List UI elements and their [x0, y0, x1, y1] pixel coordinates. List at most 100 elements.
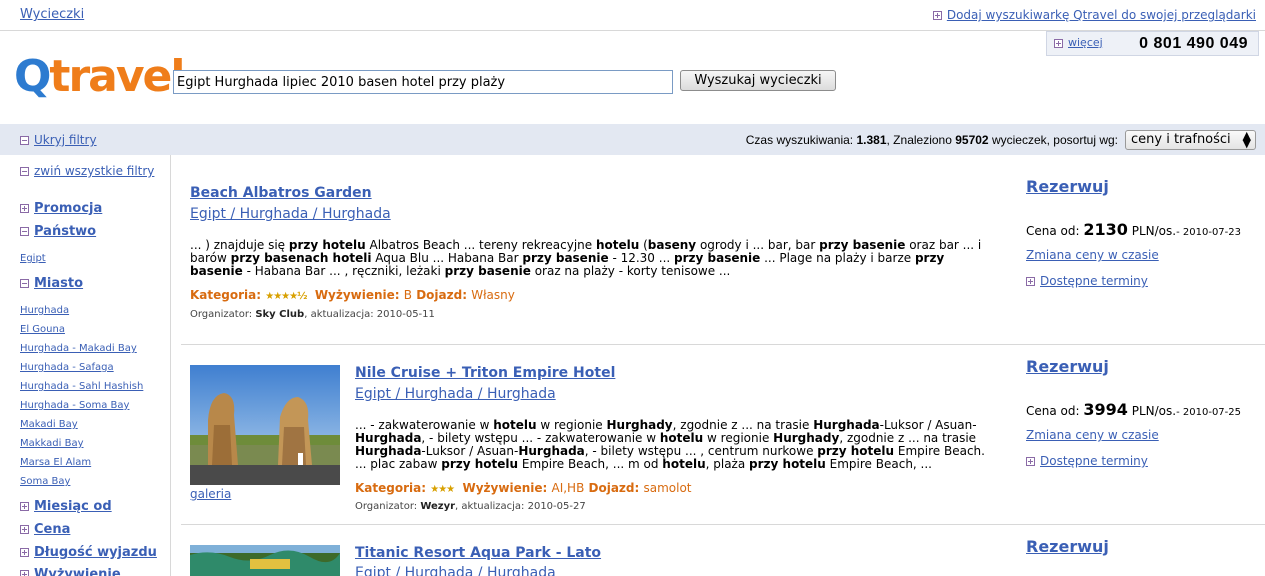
filter-miasto[interactable]: Miasto — [20, 276, 83, 291]
snippet-text: Empire Beach, ... m od — [518, 457, 663, 471]
collapse-all-filters[interactable]: zwiń wszystkie filtry — [20, 164, 154, 178]
add-search-provider[interactable]: Dodaj wyszukiwarkę Qtravel do swojej prz… — [932, 8, 1256, 22]
filter-wyzywienie[interactable]: Wyżywienie — [20, 567, 121, 576]
snippet-text: ( — [639, 238, 648, 252]
filter-miasto-item[interactable]: Hurghada - Sahl Hashish — [20, 381, 143, 392]
filter-panstwo[interactable]: Państwo — [20, 224, 96, 239]
snippet-text: , - bilety wstępu ... , centrum nurkowe — [584, 444, 818, 458]
filter-wyzywienie-link[interactable]: Wyżywienie — [34, 567, 121, 576]
filter-dlugosc[interactable]: Długość wyjazdu — [20, 545, 157, 560]
plus-icon — [20, 525, 29, 534]
filter-cena[interactable]: Cena — [20, 522, 70, 537]
hide-filters-link[interactable]: Ukryj filtry — [34, 133, 97, 147]
dojazd-value: Własny — [471, 288, 515, 302]
wyzywienie-label: Wyżywienie: — [462, 481, 548, 495]
minus-icon — [20, 279, 29, 288]
price-value: 3994 — [1083, 400, 1128, 419]
search-input[interactable] — [173, 70, 673, 94]
price-value: 2130 — [1083, 220, 1128, 239]
minus-icon — [20, 227, 29, 236]
result-title[interactable]: Nile Cruise + Triton Empire Hotel — [355, 365, 615, 381]
filter-miasto-item[interactable]: El Gouna — [20, 324, 65, 335]
aquapark-photo — [190, 545, 340, 576]
home-link[interactable]: Wycieczki — [20, 7, 84, 22]
price-label: Cena od: — [1026, 224, 1080, 238]
filter-miasto-item[interactable]: Soma Bay — [20, 476, 70, 487]
price-changes-link[interactable]: Zmiana ceny w czasie — [1026, 428, 1159, 442]
available-dates[interactable]: Dostępne terminy — [1026, 454, 1148, 468]
filter-miasto-item[interactable]: Makkadi Bay — [20, 438, 84, 449]
result-photo[interactable] — [190, 545, 340, 576]
collapse-all-link[interactable]: zwiń wszystkie filtry — [34, 164, 154, 178]
snippet-highlight: Hurghada — [355, 431, 422, 445]
filter-dlugosc-link[interactable]: Długość wyjazdu — [34, 545, 157, 560]
book-button[interactable]: Rezerwuj — [1026, 177, 1109, 196]
filter-panstwo-link[interactable]: Państwo — [34, 224, 96, 239]
filter-promocja[interactable]: Promocja — [20, 201, 102, 216]
snippet-highlight: przy basenie — [444, 264, 531, 278]
available-dates-link[interactable]: Dostępne terminy — [1040, 274, 1148, 288]
filter-panstwo-item[interactable]: Egipt — [20, 253, 46, 264]
sidebar-filters: zwiń wszystkie filtry Promocja Państwo E… — [0, 155, 171, 576]
found-label: , Znaleziono — [886, 133, 952, 147]
snippet-text: - 12.30 ... — [608, 251, 675, 265]
snippet-highlight: przy hotelu — [288, 238, 366, 252]
add-search-link[interactable]: Dodaj wyszukiwarkę Qtravel do swojej prz… — [947, 8, 1256, 22]
snippet-highlight: Hurghady — [773, 431, 840, 445]
result-location[interactable]: Egipt / Hurghada / Hurghada — [355, 565, 556, 576]
filter-miesiac-link[interactable]: Miesiąc od — [34, 499, 112, 514]
minus-icon — [20, 167, 29, 176]
snippet-highlight: przy basenach hoteli — [230, 251, 372, 265]
price-label: Cena od: — [1026, 404, 1080, 418]
result-photo[interactable] — [190, 365, 340, 485]
snippet-text: , - bilety wstępu ... - zakwaterowanie w — [421, 431, 660, 445]
found-suffix: wycieczek, posortuj wg: — [991, 133, 1118, 147]
result-snippet: ... - zakwaterowanie w hotelu w regionie… — [355, 419, 995, 471]
available-dates[interactable]: Dostępne terminy — [1026, 274, 1148, 288]
search-stats: Czas wyszukiwania: 1.381, Znaleziono 957… — [746, 133, 1118, 147]
found-value: 95702 — [955, 133, 989, 147]
filter-miasto-item[interactable]: Hurghada - Safaga — [20, 362, 114, 373]
more-link-wrap[interactable]: więcej — [1054, 36, 1103, 49]
divider — [181, 344, 1265, 345]
phone-number: 0 801 490 049 — [1139, 35, 1248, 52]
price-changes-link[interactable]: Zmiana ceny w czasie — [1026, 248, 1159, 262]
filter-miasto-link[interactable]: Miasto — [34, 276, 83, 291]
filter-cena-link[interactable]: Cena — [34, 522, 70, 537]
filter-promocja-link[interactable]: Promocja — [34, 201, 102, 216]
sort-select[interactable]: ceny i trafności ▲ ▼ — [1125, 130, 1256, 150]
filter-miasto-item[interactable]: Hurghada - Makadi Bay — [20, 343, 137, 354]
search-button[interactable]: Wyszukaj wycieczki — [680, 70, 836, 91]
plus-icon — [20, 204, 29, 213]
result-title[interactable]: Beach Albatros Garden — [190, 185, 372, 201]
result-location[interactable]: Egipt / Hurghada / Hurghada — [190, 206, 391, 222]
snippet-highlight: hotelu — [662, 457, 706, 471]
dojazd-label: Dojazd: — [416, 288, 468, 302]
snippet-highlight: hotelu — [659, 431, 704, 445]
snippet-highlight: przy hotelu — [441, 457, 519, 471]
filter-miasto-item[interactable]: Hurghada — [20, 305, 69, 316]
book-button[interactable]: Rezerwuj — [1026, 537, 1109, 556]
plus-icon — [932, 11, 942, 20]
more-link[interactable]: więcej — [1068, 36, 1103, 49]
book-button[interactable]: Rezerwuj — [1026, 357, 1109, 376]
snippet-text: ... Plage na plaży i barze — [760, 251, 915, 265]
snippet-highlight: przy basenie — [819, 238, 906, 252]
qtravel-logo[interactable]: Qtravel — [14, 52, 185, 102]
filter-miasto-item[interactable]: Marsa El Alam — [20, 457, 91, 468]
snippet-highlight: Hurghady — [606, 418, 673, 432]
filter-bar: Ukryj filtry Czas wyszukiwania: 1.381, Z… — [0, 124, 1265, 155]
price-from: Cena od: 2130 PLN/os.- 2010-07-23 — [1026, 220, 1241, 239]
result-location[interactable]: Egipt / Hurghada / Hurghada — [355, 386, 556, 402]
available-dates-link[interactable]: Dostępne terminy — [1040, 454, 1148, 468]
rating-stars-icon: ★★★★½ — [265, 291, 307, 302]
filter-miasto-item[interactable]: Makadi Bay — [20, 419, 78, 430]
sort-value: ceny i trafności — [1131, 132, 1231, 147]
gallery-link[interactable]: galeria — [190, 487, 231, 501]
snippet-text: ... - zakwaterowanie w — [355, 418, 494, 432]
price-from: Cena od: 3994 PLN/os.- 2010-07-25 — [1026, 400, 1241, 419]
filter-miasto-item[interactable]: Hurghada - Soma Bay — [20, 400, 129, 411]
hide-filters[interactable]: Ukryj filtry — [20, 133, 97, 147]
filter-miesiac[interactable]: Miesiąc od — [20, 499, 112, 514]
result-title[interactable]: Titanic Resort Aqua Park - Lato — [355, 545, 601, 561]
